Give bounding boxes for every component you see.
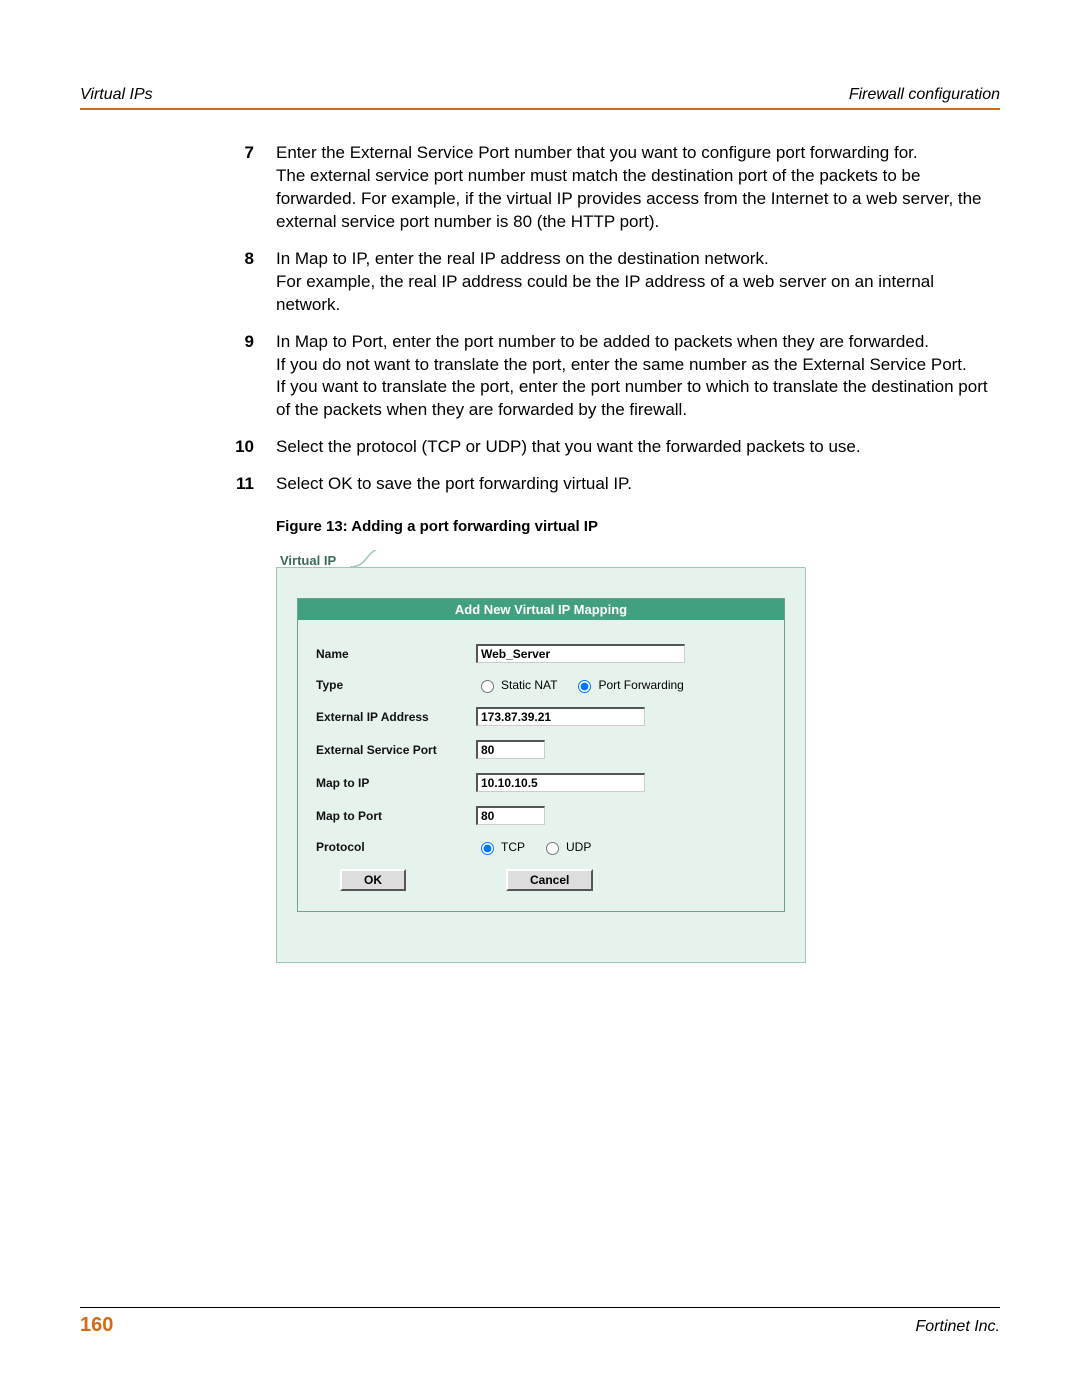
step-text: For example, the real IP address could b… bbox=[276, 271, 1000, 317]
external-ip-input[interactable] bbox=[476, 707, 645, 726]
header-left: Virtual IPs bbox=[80, 86, 153, 104]
header-divider bbox=[80, 108, 1000, 110]
step-number: 10 bbox=[220, 436, 276, 459]
step-number: 7 bbox=[220, 142, 276, 234]
label-protocol: Protocol bbox=[316, 840, 476, 854]
label-external-ip: External IP Address bbox=[316, 710, 476, 724]
step-text: The external service port number must ma… bbox=[276, 165, 1000, 234]
step-number: 11 bbox=[220, 473, 276, 496]
name-input[interactable] bbox=[476, 644, 685, 663]
radio-port-forwarding[interactable]: Port Forwarding bbox=[573, 677, 683, 693]
radio-udp[interactable]: UDP bbox=[541, 839, 591, 855]
cancel-button[interactable]: Cancel bbox=[506, 869, 593, 891]
tab-curve-icon bbox=[350, 550, 376, 568]
footer-divider bbox=[80, 1307, 1000, 1308]
label-external-service-port: External Service Port bbox=[316, 743, 476, 757]
radio-udp-label: UDP bbox=[566, 840, 591, 854]
radio-tcp[interactable]: TCP bbox=[476, 839, 525, 855]
label-map-to-ip: Map to IP bbox=[316, 776, 476, 790]
step-text: If you want to translate the port, enter… bbox=[276, 376, 1000, 422]
label-name: Name bbox=[316, 647, 476, 661]
page-number: 160 bbox=[80, 1314, 113, 1337]
step-text: Select OK to save the port forwarding vi… bbox=[276, 473, 1000, 496]
radio-port-forwarding-input[interactable] bbox=[578, 680, 591, 693]
map-to-port-input[interactable] bbox=[476, 806, 545, 825]
map-to-ip-input[interactable] bbox=[476, 773, 645, 792]
step-text: Select the protocol (TCP or UDP) that yo… bbox=[276, 436, 1000, 459]
step-number: 8 bbox=[220, 248, 276, 317]
figure-caption: Figure 13: Adding a port forwarding virt… bbox=[276, 518, 1000, 535]
radio-tcp-input[interactable] bbox=[481, 842, 494, 855]
step-text: Enter the External Service Port number t… bbox=[276, 142, 1000, 165]
panel-title: Add New Virtual IP Mapping bbox=[298, 599, 784, 620]
step-text: If you do not want to translate the port… bbox=[276, 354, 1000, 377]
external-service-port-input[interactable] bbox=[476, 740, 545, 759]
radio-static-nat-label: Static NAT bbox=[501, 678, 557, 692]
tab-virtual-ip[interactable]: Virtual IP bbox=[276, 549, 346, 568]
company-name: Fortinet Inc. bbox=[916, 1318, 1000, 1336]
radio-static-nat[interactable]: Static NAT bbox=[476, 677, 557, 693]
radio-udp-input[interactable] bbox=[546, 842, 559, 855]
step-number: 9 bbox=[220, 331, 276, 423]
steps-list: 7 Enter the External Service Port number… bbox=[220, 142, 1000, 496]
header-right: Firewall configuration bbox=[849, 86, 1000, 104]
radio-static-nat-input[interactable] bbox=[481, 680, 494, 693]
label-type: Type bbox=[316, 678, 476, 692]
radio-tcp-label: TCP bbox=[501, 840, 525, 854]
step-text: In Map to Port, enter the port number to… bbox=[276, 331, 1000, 354]
radio-port-forwarding-label: Port Forwarding bbox=[598, 678, 683, 692]
step-text: In Map to IP, enter the real IP address … bbox=[276, 248, 1000, 271]
ok-button[interactable]: OK bbox=[340, 869, 406, 891]
label-map-to-port: Map to Port bbox=[316, 809, 476, 823]
